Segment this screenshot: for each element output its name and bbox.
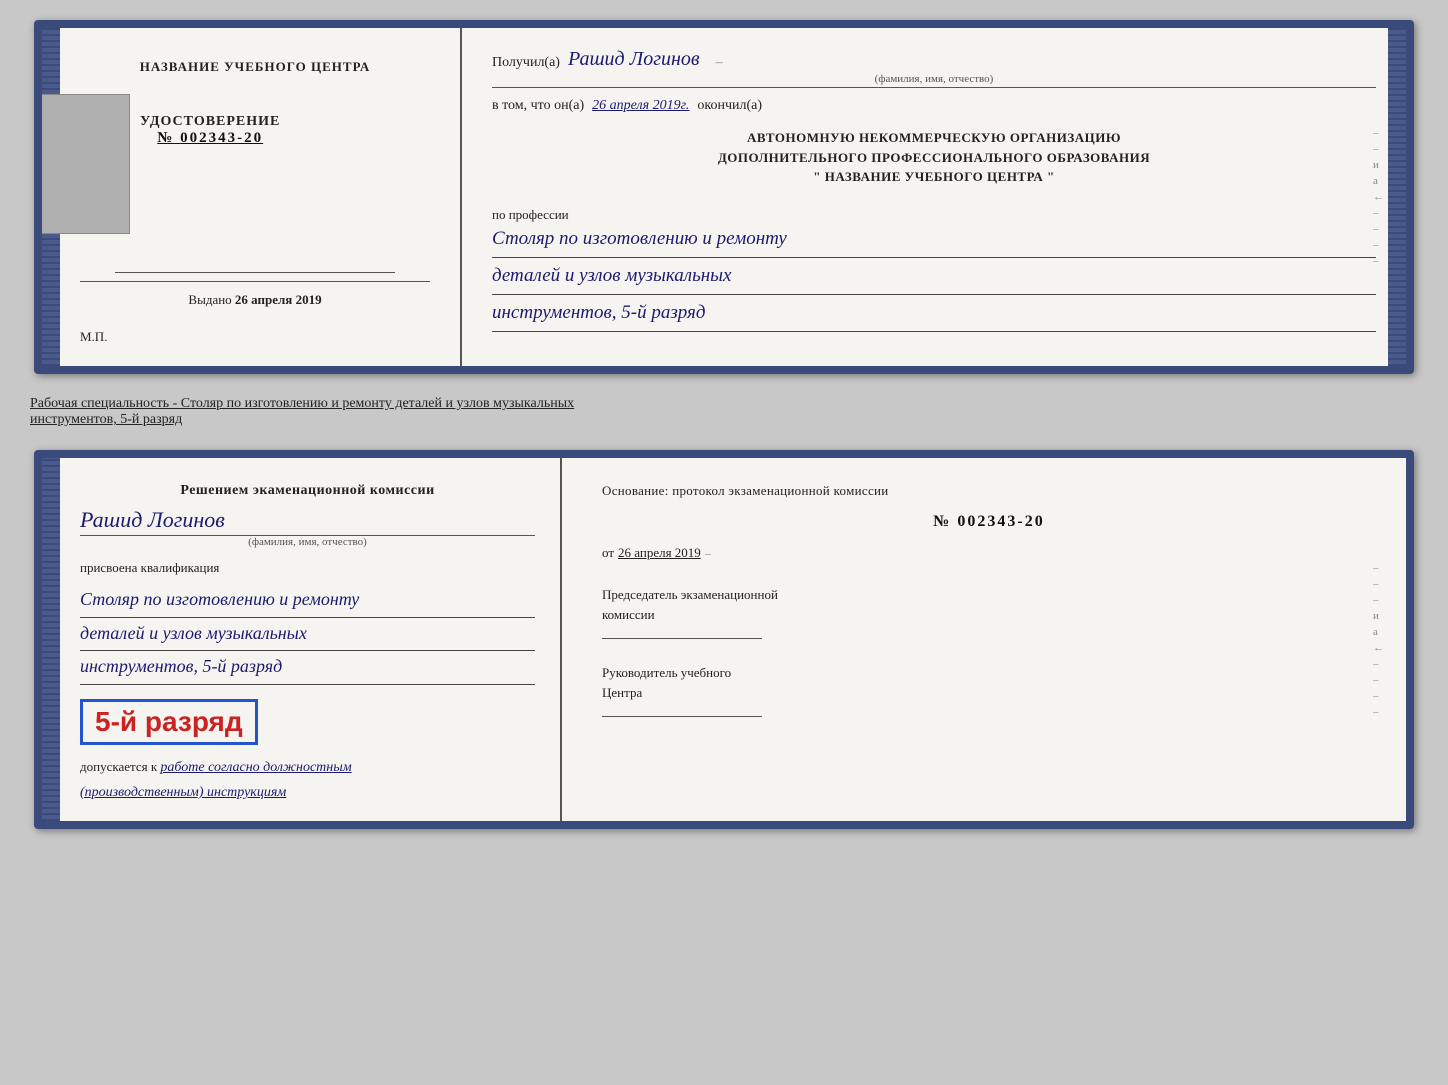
- profession-line3: инструментов, 5-й разряд: [492, 297, 1376, 332]
- recipient-name: Рашид Логинов: [568, 48, 700, 71]
- chairman-label: Председатель экзаменационной комиссии: [602, 585, 1376, 624]
- qual-line1: Столяр по изготовлению и ремонту: [80, 584, 535, 618]
- recipient-subtitle: (фамилия, имя, отчество): [492, 73, 1376, 85]
- qual-line2: деталей и узлов музыкальных: [80, 618, 535, 652]
- head-label: Руководитель учебного Центра: [602, 663, 1376, 702]
- top-certificate-card: НАЗВАНИЕ УЧЕБНОГО ЦЕНТРА УДОСТОВЕРЕНИЕ №…: [34, 20, 1414, 374]
- right-edge-strip: [1388, 28, 1406, 366]
- cert-label: УДОСТОВЕРЕНИЕ: [140, 114, 280, 130]
- recipient-prefix: Получил(а): [492, 55, 560, 71]
- profession-line1: Столяр по изготовлению и ремонту: [492, 223, 1376, 258]
- protocol-date: от 26 апреля 2019 –: [602, 545, 1376, 561]
- separator-text: Рабочая специальность - Столяр по изгото…: [20, 392, 584, 432]
- cert-number-block: УДОСТОВЕРЕНИЕ № 002343-20: [140, 114, 280, 147]
- protocol-number: № 002343-20: [602, 513, 1376, 531]
- decision-header: Решением экаменационной комиссии: [80, 483, 535, 499]
- right-edge-decoration: ––иа←––––: [1373, 127, 1384, 267]
- osnov-label: Основание: протокол экзаменационной коми…: [602, 483, 1376, 499]
- cert-issued-line: Выдано 26 апреля 2019: [80, 281, 430, 308]
- statement-line: в том, что он(а) 26 апреля 2019г. окончи…: [492, 98, 1376, 114]
- bottom-right-panel: Основание: протокол экзаменационной коми…: [562, 458, 1406, 821]
- profession-line2: деталей и узлов музыкальных: [492, 260, 1376, 295]
- mp-stamp: М.П.: [80, 329, 107, 344]
- bottom-left-panel: Решением экаменационной комиссии Рашид Л…: [42, 458, 562, 821]
- rank-badge-text: 5-й разряд: [95, 706, 243, 737]
- qual-line3: инструментов, 5-й разряд: [80, 651, 535, 685]
- photo-placeholder: [34, 94, 130, 234]
- chairman-signature-line: [602, 638, 762, 639]
- допускается-line: допускается к работе согласно должностны…: [80, 759, 535, 776]
- bottom-certificate-card: Решением экаменационной комиссии Рашид Л…: [34, 450, 1414, 829]
- profession-label: по профессии Столяр по изготовлению и ре…: [492, 201, 1376, 335]
- right-edge-decoration-2: –––иа←––––: [1373, 562, 1384, 718]
- cert-title: НАЗВАНИЕ УЧЕБНОГО ЦЕНТРА: [140, 58, 371, 76]
- org-block: АВТОНОМНУЮ НЕКОММЕРЧЕСКУЮ ОРГАНИЗАЦИЮ ДО…: [492, 128, 1376, 187]
- cert-number: № 002343-20: [140, 130, 280, 147]
- decision-subtitle: (фамилия, имя, отчество): [80, 536, 535, 548]
- cert-left-panel: НАЗВАНИЕ УЧЕБНОГО ЦЕНТРА УДОСТОВЕРЕНИЕ №…: [42, 28, 462, 366]
- rank-badge: 5-й разряд: [80, 699, 258, 745]
- cert-right-panel: Получил(а) Рашид Логинов – (фамилия, имя…: [462, 28, 1406, 366]
- decision-name: Рашид Логинов: [80, 507, 535, 536]
- assigned-label: присвоена квалификация: [80, 560, 535, 576]
- допускается-suffix: (производственным) инструкциям: [80, 784, 535, 801]
- head-signature-line: [602, 716, 762, 717]
